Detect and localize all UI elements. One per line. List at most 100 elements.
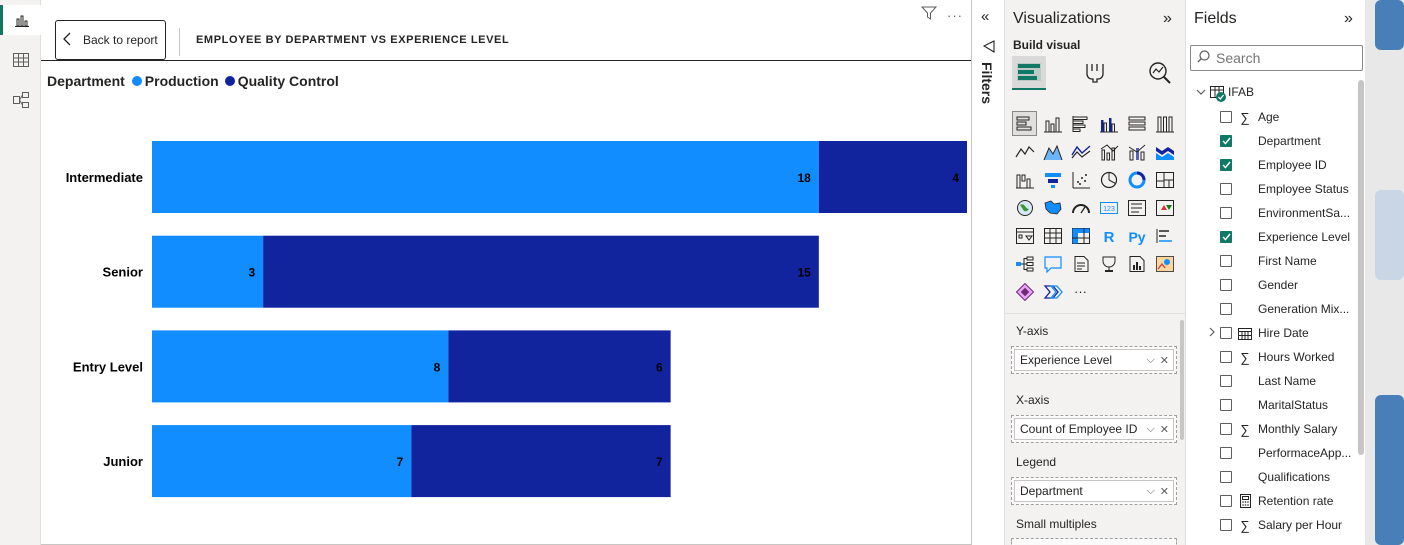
table-node-ifab[interactable]: IFAB	[1196, 85, 1254, 102]
multi-row-card-icon[interactable]	[1125, 196, 1148, 219]
bar-segment-production[interactable]	[152, 235, 264, 308]
metrics-icon[interactable]	[1097, 252, 1120, 275]
table-view-icon[interactable]	[0, 45, 41, 75]
azure-map-icon[interactable]	[1153, 252, 1176, 275]
field-checkbox[interactable]	[1220, 111, 1232, 123]
field-item[interactable]: Employee ID	[1220, 155, 1327, 175]
remove-field-icon[interactable]: ✕	[1160, 423, 1169, 436]
wells-scrollbar[interactable]	[1180, 320, 1184, 440]
field-checkbox[interactable]	[1220, 471, 1232, 483]
stacked-bar-chart-icon[interactable]	[1012, 111, 1037, 136]
field-checkbox[interactable]	[1220, 399, 1232, 411]
bar-segment-quality-control[interactable]	[411, 425, 671, 498]
field-checkbox[interactable]	[1220, 375, 1232, 387]
x-axis-field-chip[interactable]: Count of Employee ID ⌵ ✕	[1014, 418, 1174, 440]
line-stacked-column-icon[interactable]	[1125, 140, 1148, 163]
treemap-icon[interactable]	[1153, 168, 1176, 191]
expand-chevrons-icon[interactable]: «	[981, 8, 989, 25]
fields-search[interactable]	[1190, 45, 1363, 71]
format-visual-tab[interactable]	[1078, 56, 1112, 90]
field-checkbox[interactable]	[1220, 519, 1232, 531]
field-item[interactable]: Retention rate	[1220, 491, 1333, 511]
bar-segment-quality-control[interactable]	[448, 330, 671, 403]
line-clustered-column-icon[interactable]	[1097, 140, 1120, 163]
matrix-icon[interactable]	[1069, 224, 1092, 247]
r-visual-icon[interactable]: R	[1097, 224, 1120, 247]
x-axis-well[interactable]: Count of Employee ID ⌵ ✕	[1011, 415, 1177, 443]
area-chart-icon[interactable]	[1041, 140, 1064, 163]
pie-chart-icon[interactable]	[1097, 168, 1120, 191]
report-view-icon[interactable]	[0, 5, 41, 35]
remove-field-icon[interactable]: ✕	[1160, 354, 1169, 367]
field-checkbox[interactable]	[1220, 327, 1232, 339]
y-axis-field-chip[interactable]: Experience Level ⌵ ✕	[1014, 349, 1174, 371]
key-influencers-icon[interactable]	[1153, 224, 1176, 247]
field-checkbox[interactable]	[1220, 279, 1232, 291]
field-checkbox[interactable]	[1220, 135, 1232, 147]
field-checkbox[interactable]	[1220, 495, 1232, 507]
power-automate-icon[interactable]	[1041, 280, 1064, 303]
kpi-icon[interactable]	[1153, 196, 1176, 219]
field-item[interactable]: Generation Mix...	[1220, 299, 1349, 319]
field-item[interactable]: ∑ Salary per Hour	[1220, 515, 1342, 535]
field-item[interactable]: First Name	[1220, 251, 1317, 271]
fields-scrollbar[interactable]	[1358, 80, 1364, 455]
field-checkbox[interactable]	[1220, 351, 1232, 363]
donut-chart-icon[interactable]	[1125, 168, 1148, 191]
field-checkbox[interactable]	[1220, 183, 1232, 195]
card-icon[interactable]: 123	[1097, 196, 1120, 219]
analytics-tab[interactable]	[1143, 56, 1177, 90]
field-item[interactable]: Hire Date	[1209, 323, 1309, 343]
map-icon[interactable]	[1013, 196, 1036, 219]
field-checkbox[interactable]	[1220, 159, 1232, 171]
y-axis-well[interactable]: Experience Level ⌵ ✕	[1011, 346, 1177, 374]
remove-field-icon[interactable]: ✕	[1160, 485, 1169, 498]
ribbon-chart-icon[interactable]	[1153, 140, 1176, 163]
100-stacked-column-chart-icon[interactable]	[1153, 112, 1176, 135]
bar-segment-production[interactable]	[152, 330, 449, 403]
clustered-column-chart-icon[interactable]	[1097, 112, 1120, 135]
field-item[interactable]: Department	[1220, 131, 1321, 151]
field-item[interactable]: Qualifications	[1220, 467, 1330, 487]
field-checkbox[interactable]	[1220, 447, 1232, 459]
python-visual-icon[interactable]: Py	[1125, 224, 1148, 247]
field-item[interactable]: ∑ Hours Worked	[1220, 347, 1334, 367]
field-item[interactable]: Experience Level	[1220, 227, 1350, 247]
gauge-icon[interactable]	[1069, 196, 1092, 219]
more-visuals-icon[interactable]: ···	[1069, 280, 1092, 303]
filters-pane-collapsed[interactable]: « Filters	[972, 0, 1005, 545]
chevron-down-icon[interactable]: ⌵	[1146, 485, 1154, 498]
slicer-icon[interactable]	[1013, 224, 1036, 247]
field-checkbox[interactable]	[1220, 207, 1232, 219]
field-item[interactable]: Last Name	[1220, 371, 1316, 391]
scatter-chart-icon[interactable]	[1069, 168, 1092, 191]
bar-segment-production[interactable]	[152, 141, 819, 213]
qa-icon[interactable]	[1041, 252, 1064, 275]
stacked-area-chart-icon[interactable]	[1069, 140, 1092, 163]
field-item[interactable]: Employee Status	[1220, 179, 1349, 199]
stacked-column-chart-icon[interactable]	[1041, 112, 1064, 135]
funnel-chart-icon[interactable]	[1041, 168, 1064, 191]
field-item[interactable]: ∑ Monthly Salary	[1220, 419, 1337, 439]
collapse-fields-icon[interactable]: »	[1344, 10, 1353, 28]
collapse-visualizations-icon[interactable]: »	[1163, 10, 1172, 28]
field-item[interactable]: ∑ Age	[1220, 107, 1279, 127]
decomposition-tree-icon[interactable]	[1013, 252, 1036, 275]
line-chart-icon[interactable]	[1013, 140, 1036, 163]
smart-narrative-icon[interactable]	[1069, 252, 1092, 275]
field-checkbox[interactable]	[1220, 231, 1232, 243]
bar-segment-quality-control[interactable]	[263, 235, 819, 308]
bar-segment-quality-control[interactable]	[818, 141, 967, 213]
field-item[interactable]: PerformaceApp...	[1220, 443, 1351, 463]
chevron-down-icon[interactable]: ⌵	[1146, 354, 1154, 367]
100-stacked-bar-chart-icon[interactable]	[1125, 112, 1148, 135]
field-checkbox[interactable]	[1220, 303, 1232, 315]
build-visual-tab[interactable]	[1012, 56, 1046, 90]
legend-field-chip[interactable]: Department ⌵ ✕	[1014, 480, 1174, 502]
filled-map-icon[interactable]	[1041, 196, 1064, 219]
legend-well[interactable]: Department ⌵ ✕	[1011, 477, 1177, 505]
field-checkbox[interactable]	[1220, 423, 1232, 435]
bar-segment-production[interactable]	[152, 425, 412, 498]
field-item[interactable]: Gender	[1220, 275, 1298, 295]
field-checkbox[interactable]	[1220, 255, 1232, 267]
